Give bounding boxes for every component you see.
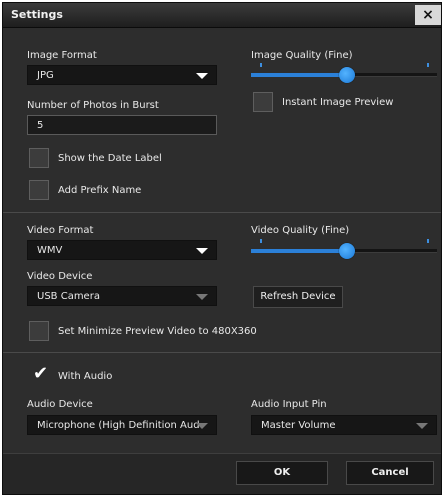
chevron-down-icon [196,248,208,254]
video-device-select[interactable]: USB Camera [27,286,217,306]
image-format-label: Image Format [27,50,97,61]
minimize-preview-checkbox[interactable] [29,321,49,341]
image-quality-slider[interactable] [251,63,437,86]
dialog-footer: OK Cancel [3,453,441,494]
section-divider [3,352,441,353]
checkmark-icon: ✔ [33,363,49,384]
video-quality-slider[interactable] [251,239,437,262]
video-format-label: Video Format [27,225,94,236]
video-format-value: WMV [37,245,63,256]
minimize-preview-label: Set Minimize Preview Video to 480X360 [58,326,257,337]
audio-device-value: Microphone (High Definition Aud [37,420,200,431]
burst-count-label: Number of Photos in Burst [27,100,159,111]
cancel-button[interactable]: Cancel [346,461,434,485]
chevron-down-icon [416,423,428,429]
add-prefix-label: Add Prefix Name [58,185,142,196]
video-device-value: USB Camera [37,291,100,302]
video-quality-label: Video Quality (Fine) [251,225,350,236]
burst-count-value: 5 [37,120,44,131]
audio-device-label: Audio Device [27,399,93,410]
audio-input-pin-select[interactable]: Master Volume [251,415,437,435]
instant-preview-label: Instant Image Preview [282,97,394,108]
chevron-down-icon [196,294,208,300]
chevron-down-icon [196,73,208,79]
audio-device-select[interactable]: Microphone (High Definition Aud [27,415,217,435]
instant-preview-checkbox[interactable] [253,92,273,112]
show-date-checkbox[interactable] [29,148,49,168]
ok-button[interactable]: OK [236,461,328,485]
slider-fill [251,249,347,253]
slider-thumb[interactable] [339,67,355,83]
chevron-down-icon [196,423,208,429]
add-prefix-checkbox[interactable] [29,180,49,200]
title-bar: Settings × [3,3,441,28]
dialog-title: Settings [11,8,63,21]
image-format-select[interactable]: JPG [27,65,217,85]
settings-dialog: Settings × Image Format JPG Image Qualit… [2,2,442,495]
refresh-device-button[interactable]: Refresh Device [253,286,343,308]
burst-count-field[interactable]: 5 [27,115,217,135]
video-device-label: Video Device [27,271,93,282]
with-audio-checkbox[interactable]: ✔ [29,363,49,384]
show-date-label: Show the Date Label [58,153,162,164]
image-format-value: JPG [37,70,54,81]
video-format-select[interactable]: WMV [27,240,217,260]
with-audio-label: With Audio [58,371,113,382]
audio-input-pin-label: Audio Input Pin [251,399,327,410]
audio-input-pin-value: Master Volume [261,420,336,431]
close-button[interactable]: × [415,5,441,25]
image-quality-label: Image Quality (Fine) [251,50,353,61]
slider-thumb[interactable] [339,243,355,259]
slider-fill [251,73,347,77]
section-divider [3,212,441,213]
